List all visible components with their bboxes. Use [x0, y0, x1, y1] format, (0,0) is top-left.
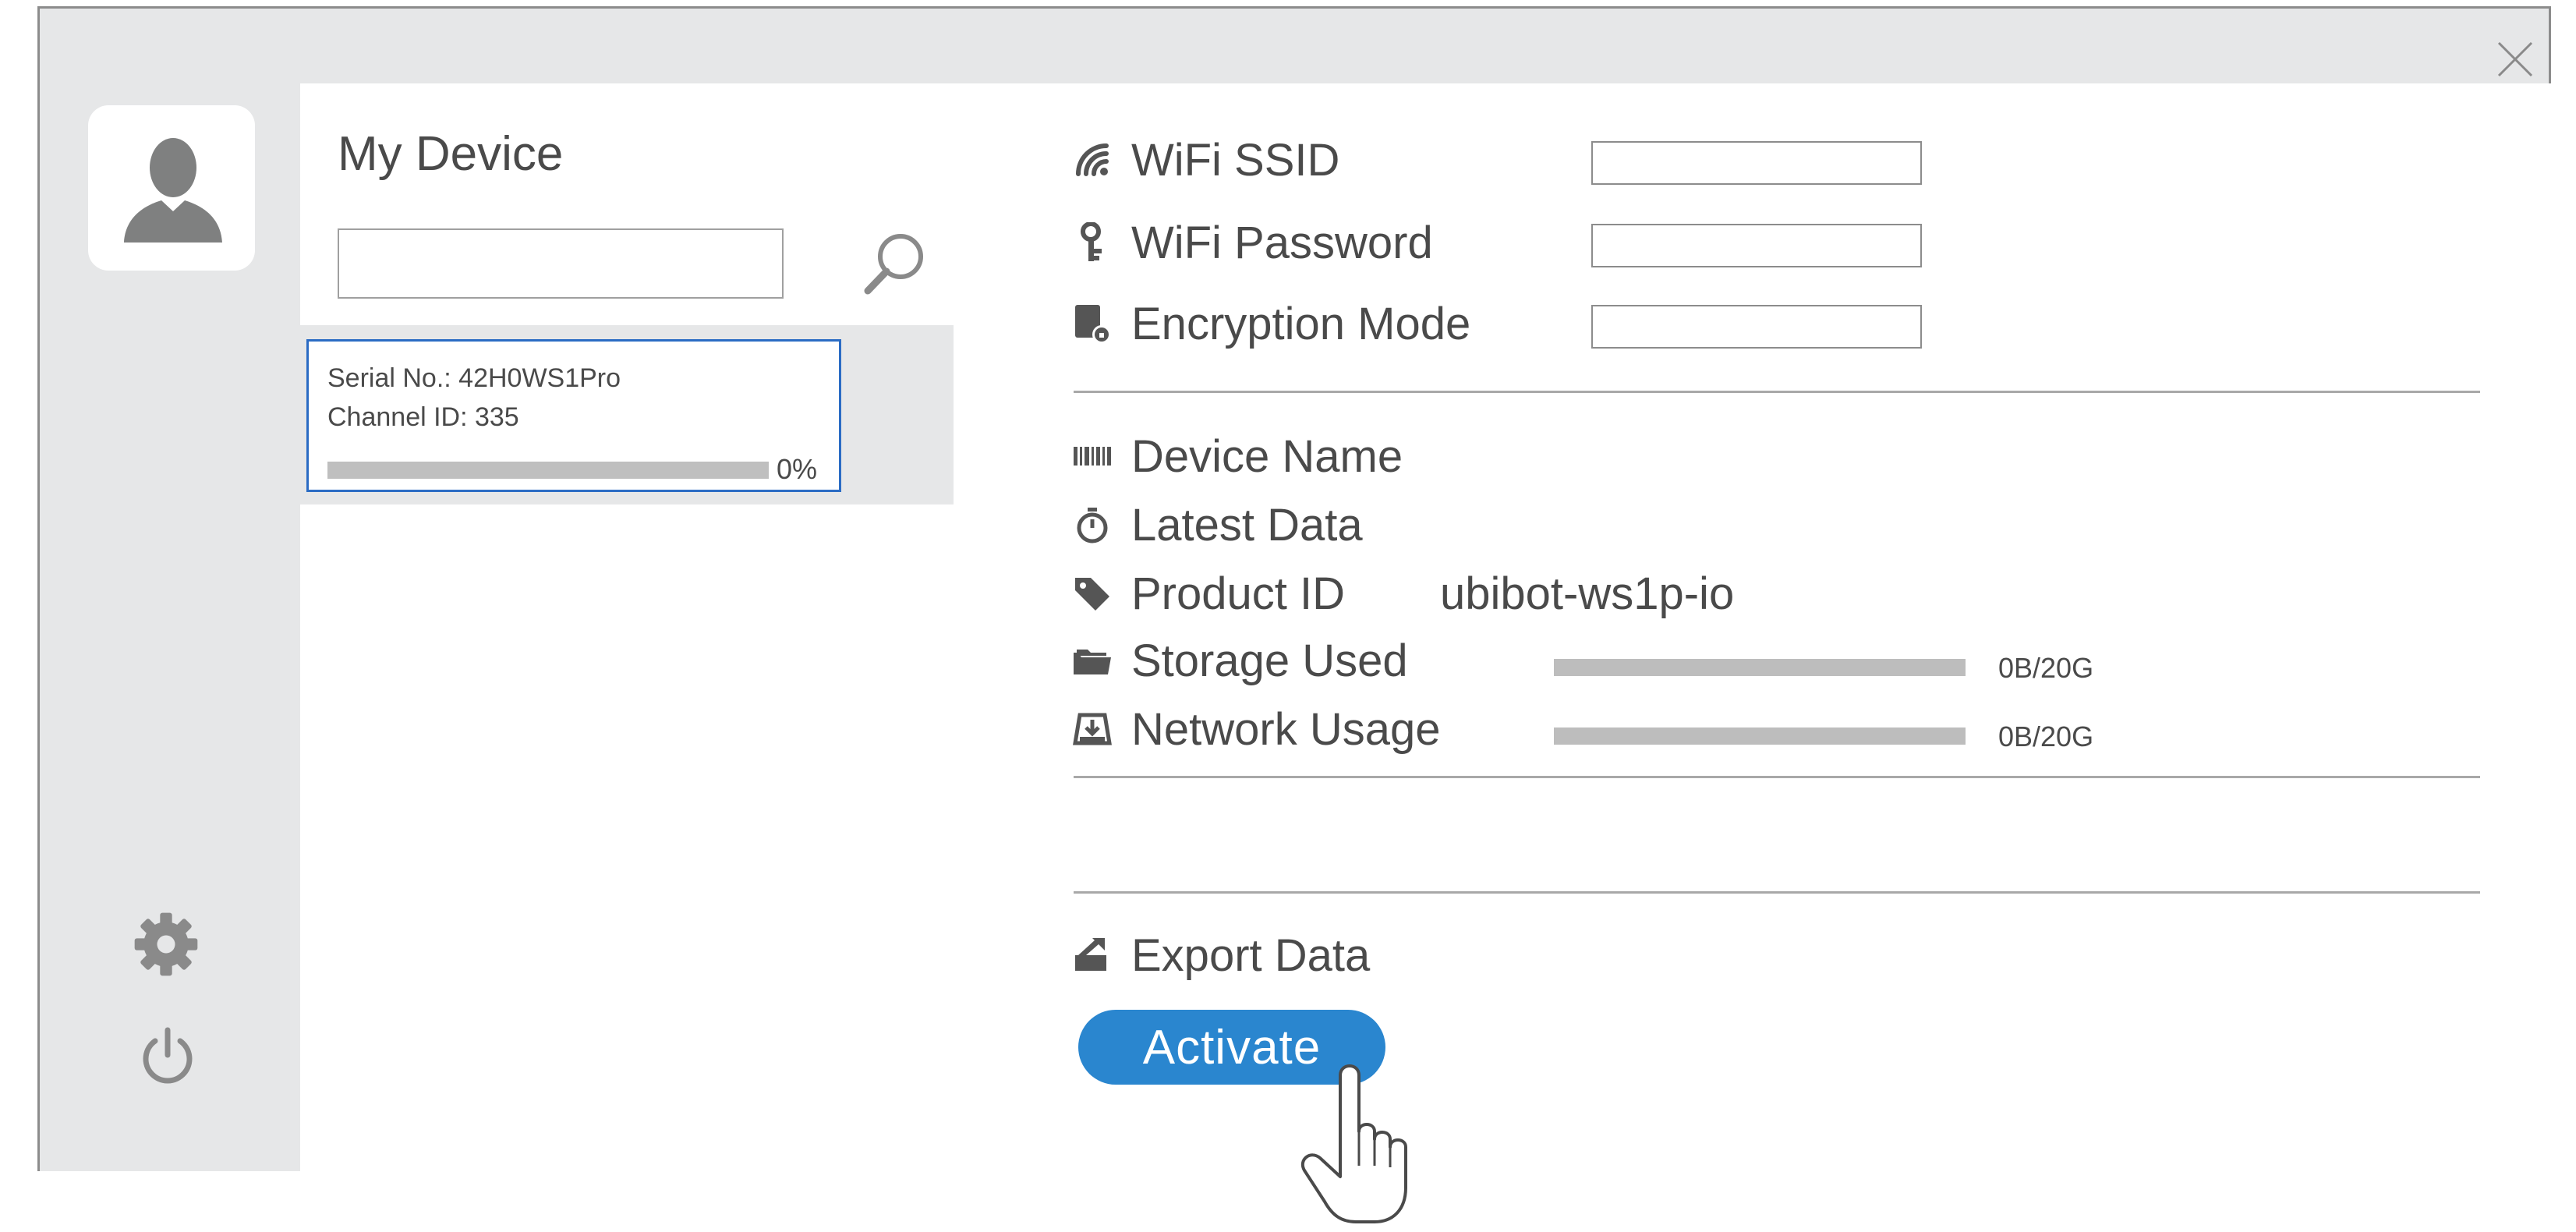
- panel-title: My Device: [338, 127, 564, 181]
- device-progress-label: 0%: [777, 453, 818, 485]
- encryption-field[interactable]: [1591, 305, 1922, 349]
- avatar[interactable]: [88, 105, 255, 271]
- wifi-ssid-row: WiFi SSID: [1069, 130, 1339, 189]
- encryption-lock-icon: [1069, 300, 1116, 347]
- section-divider: [1074, 776, 2480, 778]
- storage-usage-bar: [1554, 659, 1966, 676]
- device-channel: Channel ID: 335: [327, 402, 519, 432]
- storage-used-value: 0B/20G: [1998, 652, 2094, 684]
- export-data-label: Export Data: [1131, 929, 1371, 981]
- device-serial: Serial No.: 42H0WS1Pro: [327, 363, 621, 393]
- device-progress-bar: [327, 462, 769, 479]
- storage-used-row: Storage Used: [1069, 631, 1408, 690]
- latest-data-row: Latest Data: [1069, 495, 1363, 554]
- wifi-ssid-label: WiFi SSID: [1131, 134, 1340, 186]
- section-divider: [1074, 891, 2480, 894]
- power-button[interactable]: [136, 1024, 199, 1086]
- latest-data-label: Latest Data: [1131, 499, 1363, 551]
- search-input[interactable]: [338, 228, 784, 299]
- network-usage-bar: [1554, 728, 1966, 745]
- gear-icon: [134, 912, 198, 976]
- network-usage-label: Network Usage: [1131, 703, 1441, 755]
- pointing-hand-icon: [1297, 1057, 1421, 1228]
- encryption-label: Encryption Mode: [1131, 298, 1471, 349]
- stopwatch-icon: [1069, 501, 1116, 548]
- barcode-icon: [1069, 433, 1116, 480]
- search-icon: [864, 234, 923, 295]
- wifi-password-field[interactable]: [1591, 224, 1922, 267]
- user-avatar-icon: [124, 138, 222, 243]
- device-card[interactable]: Serial No.: 42H0WS1Pro Channel ID: 335 0…: [306, 339, 841, 492]
- export-icon: [1069, 932, 1116, 979]
- device-name-label: Device Name: [1131, 430, 1403, 482]
- folder-icon: [1069, 637, 1116, 684]
- device-detail-panel: WiFi SSID WiFi Password Encryption Mode …: [954, 83, 2553, 1223]
- close-icon: [2497, 41, 2533, 77]
- product-id-row: Product ID: [1069, 564, 1345, 623]
- search-button[interactable]: [855, 224, 933, 302]
- section-divider: [1074, 391, 2480, 393]
- product-id-value: ubibot-ws1p-io: [1440, 568, 1735, 619]
- wifi-password-row: WiFi Password: [1069, 213, 1433, 272]
- wifi-ssid-field[interactable]: [1591, 141, 1922, 185]
- network-download-icon: [1069, 706, 1116, 752]
- product-id-label: Product ID: [1131, 568, 1345, 619]
- wifi-icon: [1069, 136, 1116, 183]
- app-window: My Device Serial No.: 42H0WS1Pro Channel…: [37, 6, 2553, 1223]
- power-icon: [143, 1027, 193, 1084]
- selected-device-row: Serial No.: 42H0WS1Pro Channel ID: 335 0…: [300, 325, 954, 504]
- settings-button[interactable]: [129, 907, 203, 982]
- storage-used-label: Storage Used: [1131, 635, 1408, 686]
- device-name-row: Device Name: [1069, 427, 1403, 486]
- network-usage-row: Network Usage: [1069, 699, 1440, 759]
- device-list-panel: My Device Serial No.: 42H0WS1Pro Channel…: [300, 83, 954, 1174]
- encryption-row: Encryption Mode: [1069, 294, 1470, 353]
- tag-icon: [1069, 570, 1116, 617]
- close-button[interactable]: [2488, 32, 2542, 87]
- key-icon: [1069, 219, 1116, 266]
- wifi-password-label: WiFi Password: [1131, 217, 1433, 268]
- export-data-link[interactable]: Export Data: [1069, 926, 1370, 985]
- network-usage-value: 0B/20G: [1998, 720, 2094, 752]
